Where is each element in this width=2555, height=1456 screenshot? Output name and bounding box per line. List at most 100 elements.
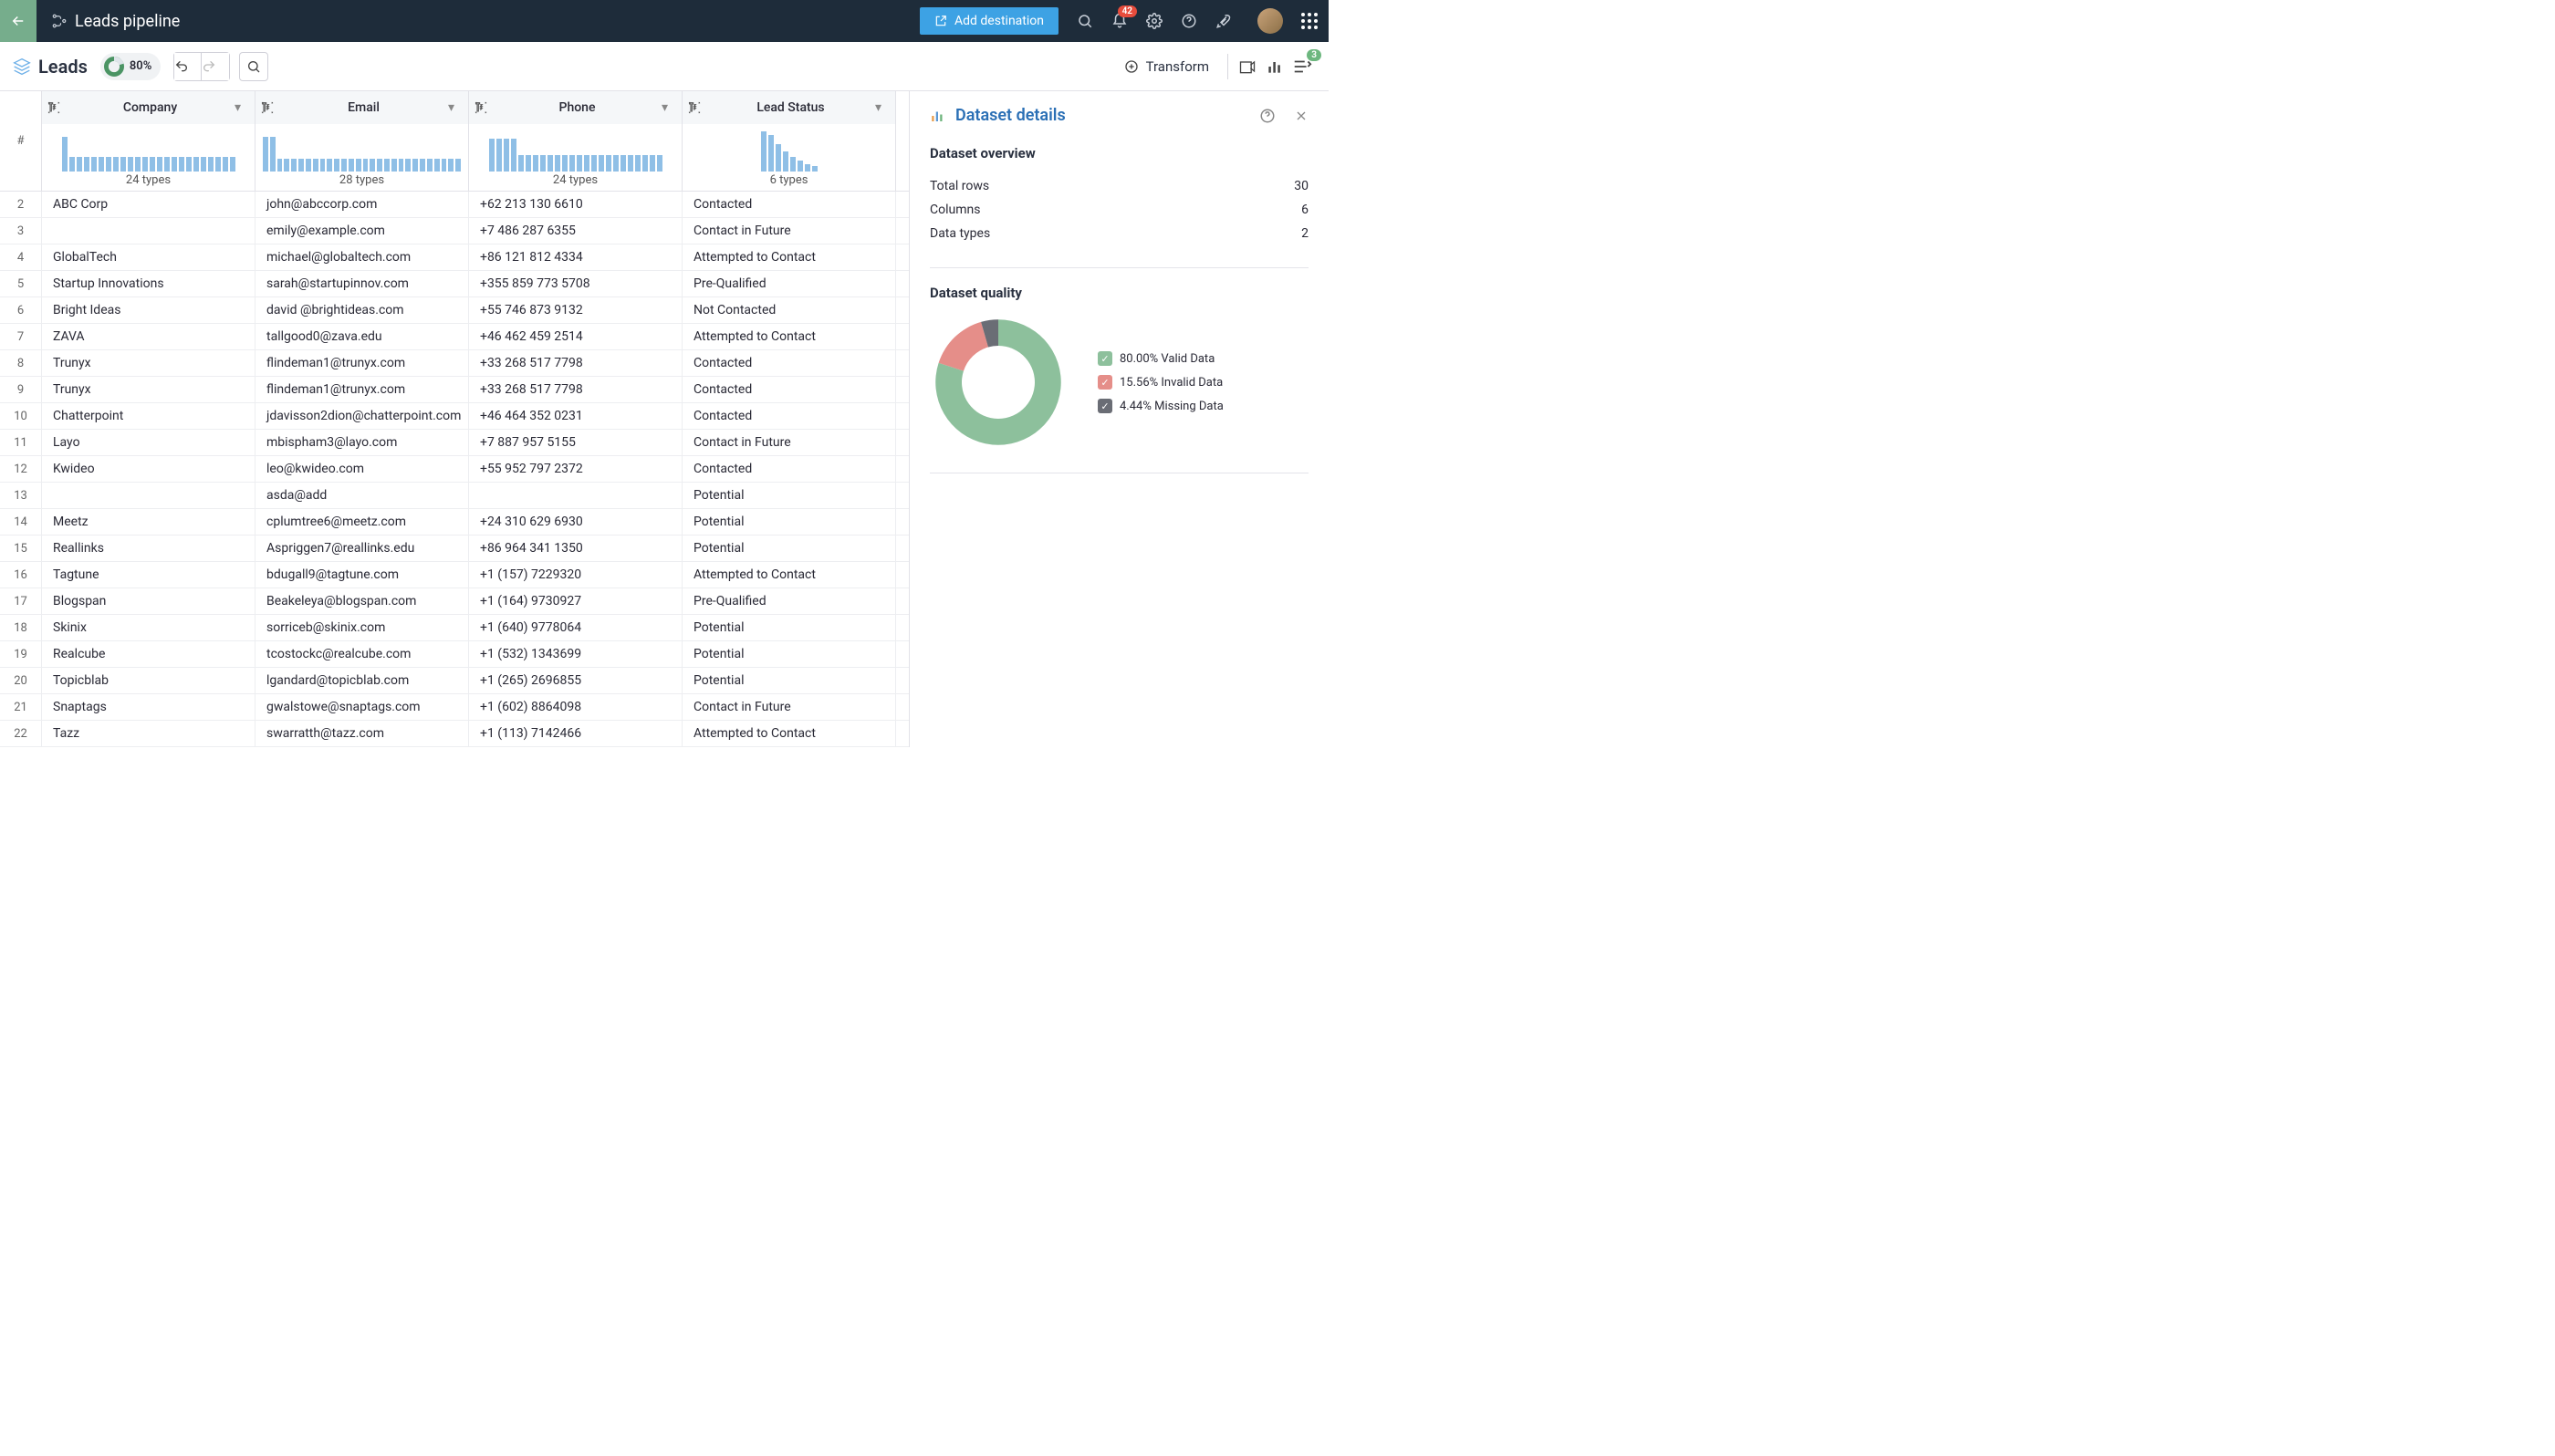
table-row[interactable]: 5 Startup Innovations sarah@startupinnov… (0, 271, 909, 297)
column-header-company[interactable]: Company ▾ 24 types (42, 91, 256, 191)
undo-button[interactable] (174, 53, 202, 80)
table-row[interactable]: 4 GlobalTech michael@globaltech.com +86 … (0, 244, 909, 271)
cell-phone[interactable]: +55 746 873 9132 (469, 297, 683, 323)
cell-phone[interactable]: +24 310 629 6930 (469, 509, 683, 535)
cell-email[interactable]: lgandard@topicblab.com (256, 668, 469, 693)
cell-status[interactable]: Potential (683, 615, 896, 640)
cell-status[interactable]: Contacted (683, 350, 896, 376)
column-header-email[interactable]: Email ▾ 28 types (256, 91, 469, 191)
quality-chip[interactable]: 80% (100, 53, 161, 80)
cell-email[interactable]: leo@kwideo.com (256, 456, 469, 482)
cell-email[interactable]: Beakeleya@blogspan.com (256, 588, 469, 614)
panel-help-icon[interactable] (1259, 108, 1276, 124)
cell-email[interactable]: flindeman1@trunyx.com (256, 377, 469, 402)
cell-phone[interactable]: +86 121 812 4334 (469, 244, 683, 270)
column-menu-icon[interactable]: ▾ (662, 100, 682, 115)
cell-phone[interactable] (469, 483, 683, 508)
column-header-phone[interactable]: Phone ▾ 24 types (469, 91, 683, 191)
cell-email[interactable]: emily@example.com (256, 218, 469, 244)
cell-phone[interactable]: +1 (113) 7142466 (469, 721, 683, 746)
table-row[interactable]: 14 Meetz cplumtree6@meetz.com +24 310 62… (0, 509, 909, 536)
cell-email[interactable]: tcostockc@realcube.com (256, 641, 469, 667)
settings-icon[interactable] (1146, 13, 1163, 29)
cell-company[interactable] (42, 218, 256, 244)
column-menu-icon[interactable]: ▾ (875, 100, 895, 115)
table-row[interactable]: 18 Skinix sorriceb@skinix.com +1 (640) 9… (0, 615, 909, 641)
cell-status[interactable]: Contacted (683, 456, 896, 482)
cell-email[interactable]: sarah@startupinnov.com (256, 271, 469, 296)
cell-phone[interactable]: +55 952 797 2372 (469, 456, 683, 482)
cell-status[interactable]: Contact in Future (683, 218, 896, 244)
transform-button[interactable]: Transform (1111, 58, 1222, 75)
cell-status[interactable]: Attempted to Contact (683, 721, 896, 746)
back-button[interactable] (0, 0, 36, 42)
search-icon[interactable] (1077, 13, 1093, 29)
cell-phone[interactable]: +33 268 517 7798 (469, 377, 683, 402)
rocket-icon[interactable] (1215, 13, 1232, 29)
cell-status[interactable]: Potential (683, 668, 896, 693)
cell-company[interactable]: Startup Innovations (42, 271, 256, 296)
cell-status[interactable]: Not Contacted (683, 297, 896, 323)
help-icon[interactable] (1181, 13, 1197, 29)
cell-status[interactable]: Pre-Qualified (683, 271, 896, 296)
cell-phone[interactable]: +1 (164) 9730927 (469, 588, 683, 614)
cell-status[interactable]: Contacted (683, 403, 896, 429)
profile-view-icon[interactable] (1234, 57, 1261, 76)
table-row[interactable]: 22 Tazz swarratth@tazz.com +1 (113) 7142… (0, 721, 909, 747)
cell-email[interactable]: cplumtree6@meetz.com (256, 509, 469, 535)
cell-email[interactable]: gwalstowe@snaptags.com (256, 694, 469, 720)
cell-company[interactable]: Realcube (42, 641, 256, 667)
cell-email[interactable]: david @brightideas.com (256, 297, 469, 323)
cell-status[interactable]: Contacted (683, 377, 896, 402)
cell-status[interactable]: Contact in Future (683, 430, 896, 455)
cell-company[interactable]: Blogspan (42, 588, 256, 614)
cell-phone[interactable]: +7 887 957 5155 (469, 430, 683, 455)
column-header-status[interactable]: Lead Status ▾ 6 types (683, 91, 896, 191)
apps-menu-icon[interactable] (1301, 13, 1318, 29)
cell-email[interactable]: bdugall9@tagtune.com (256, 562, 469, 588)
cell-company[interactable]: Tazz (42, 721, 256, 746)
table-row[interactable]: 9 Trunyx flindeman1@trunyx.com +33 268 5… (0, 377, 909, 403)
cell-company[interactable]: Kwideo (42, 456, 256, 482)
cell-email[interactable]: mbispham3@layo.com (256, 430, 469, 455)
table-row[interactable]: 11 Layo mbispham3@layo.com +7 887 957 51… (0, 430, 909, 456)
cell-status[interactable]: Attempted to Contact (683, 562, 896, 588)
table-row[interactable]: 2 ABC Corp john@abccorp.com +62 213 130 … (0, 192, 909, 218)
cell-phone[interactable]: +7 486 287 6355 (469, 218, 683, 244)
cell-phone[interactable]: +1 (265) 2696855 (469, 668, 683, 693)
cell-company[interactable]: GlobalTech (42, 244, 256, 270)
cell-phone[interactable]: +1 (640) 9778064 (469, 615, 683, 640)
table-row[interactable]: 12 Kwideo leo@kwideo.com +55 952 797 237… (0, 456, 909, 483)
cell-email[interactable]: sorriceb@skinix.com (256, 615, 469, 640)
cell-phone[interactable]: +86 964 341 1350 (469, 536, 683, 561)
cell-phone[interactable]: +33 268 517 7798 (469, 350, 683, 376)
cell-company[interactable]: Meetz (42, 509, 256, 535)
cell-phone[interactable]: +46 462 459 2514 (469, 324, 683, 349)
redo-button[interactable] (202, 53, 229, 80)
cell-status[interactable]: Potential (683, 536, 896, 561)
cell-status[interactable]: Contacted (683, 192, 896, 217)
cell-email[interactable]: john@abccorp.com (256, 192, 469, 217)
table-row[interactable]: 17 Blogspan Beakeleya@blogspan.com +1 (1… (0, 588, 909, 615)
panel-close-icon[interactable] (1294, 109, 1309, 123)
table-row[interactable]: 16 Tagtune bdugall9@tagtune.com +1 (157)… (0, 562, 909, 588)
quality-legend-item[interactable]: ✓4.44% Missing Data (1098, 399, 1224, 413)
cell-company[interactable]: Reallinks (42, 536, 256, 561)
cell-status[interactable]: Contact in Future (683, 694, 896, 720)
cell-email[interactable]: jdavisson2dion@chatterpoint.com (256, 403, 469, 429)
cell-status[interactable]: Attempted to Contact (683, 324, 896, 349)
cell-email[interactable]: tallgood0@zava.edu (256, 324, 469, 349)
cell-phone[interactable]: +1 (602) 8864098 (469, 694, 683, 720)
table-row[interactable]: 15 Reallinks Aspriggen7@reallinks.edu +8… (0, 536, 909, 562)
cell-company[interactable] (42, 483, 256, 508)
cell-phone[interactable]: +1 (532) 1343699 (469, 641, 683, 667)
cell-email[interactable]: michael@globaltech.com (256, 244, 469, 270)
steps-panel-icon[interactable]: 3 (1288, 57, 1316, 77)
cell-email[interactable]: flindeman1@trunyx.com (256, 350, 469, 376)
cell-company[interactable]: Bright Ideas (42, 297, 256, 323)
add-destination-button[interactable]: Add destination (920, 7, 1058, 35)
table-row[interactable]: 3 emily@example.com +7 486 287 6355 Cont… (0, 218, 909, 244)
cell-status[interactable]: Potential (683, 509, 896, 535)
quality-legend-item[interactable]: ✓80.00% Valid Data (1098, 351, 1224, 366)
cell-phone[interactable]: +62 213 130 6610 (469, 192, 683, 217)
